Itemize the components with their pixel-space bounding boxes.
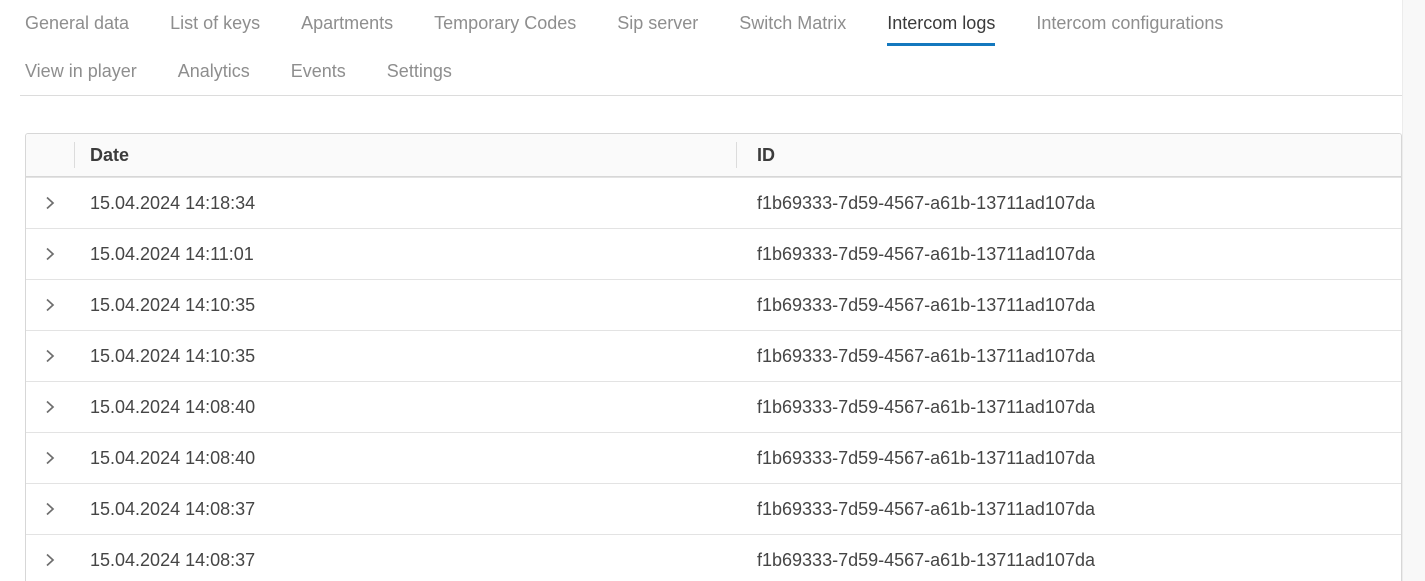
expand-column-header: [26, 134, 74, 176]
log-date: 15.04.2024 14:10:35: [74, 346, 736, 367]
tab-intercom-configurations[interactable]: Intercom configurations: [1036, 13, 1223, 46]
tab-list-of-keys[interactable]: List of keys: [170, 13, 260, 46]
tab-view-in-player[interactable]: View in player: [25, 61, 137, 82]
chevron-right-icon: [42, 246, 58, 262]
table-row[interactable]: 15.04.2024 14:10:35 f1b69333-7d59-4567-a…: [26, 330, 1401, 381]
chevron-right-icon: [42, 195, 58, 211]
tab-analytics[interactable]: Analytics: [178, 61, 250, 82]
tab-sip-server[interactable]: Sip server: [617, 13, 698, 46]
row-expand-button[interactable]: [40, 550, 60, 570]
primary-tab-bar: General data List of keys Apartments Tem…: [0, 0, 1425, 46]
table-row[interactable]: 15.04.2024 14:11:01 f1b69333-7d59-4567-a…: [26, 228, 1401, 279]
log-id: f1b69333-7d59-4567-a61b-13711ad107da: [736, 397, 1401, 418]
log-date: 15.04.2024 14:08:40: [74, 397, 736, 418]
row-expand-button[interactable]: [40, 295, 60, 315]
tab-switch-matrix[interactable]: Switch Matrix: [739, 13, 846, 46]
log-id: f1b69333-7d59-4567-a61b-13711ad107da: [736, 193, 1401, 214]
chevron-right-icon: [42, 399, 58, 415]
table-row[interactable]: 15.04.2024 14:08:37 f1b69333-7d59-4567-a…: [26, 534, 1401, 581]
secondary-tab-bar: View in player Analytics Events Settings: [0, 61, 1425, 82]
table-row[interactable]: 15.04.2024 14:08:40 f1b69333-7d59-4567-a…: [26, 432, 1401, 483]
row-expand-button[interactable]: [40, 244, 60, 264]
log-id: f1b69333-7d59-4567-a61b-13711ad107da: [736, 295, 1401, 316]
chevron-right-icon: [42, 297, 58, 313]
log-id: f1b69333-7d59-4567-a61b-13711ad107da: [736, 550, 1401, 571]
log-id: f1b69333-7d59-4567-a61b-13711ad107da: [736, 448, 1401, 469]
row-expand-button[interactable]: [40, 397, 60, 417]
row-expand-button[interactable]: [40, 193, 60, 213]
table-header-row: Date ID: [26, 134, 1401, 177]
chevron-right-icon: [42, 348, 58, 364]
tab-general-data[interactable]: General data: [25, 13, 129, 46]
row-expand-button[interactable]: [40, 448, 60, 468]
log-id: f1b69333-7d59-4567-a61b-13711ad107da: [736, 244, 1401, 265]
table-row[interactable]: 15.04.2024 14:08:40 f1b69333-7d59-4567-a…: [26, 381, 1401, 432]
tab-settings[interactable]: Settings: [387, 61, 452, 82]
table-row[interactable]: 15.04.2024 14:18:34 f1b69333-7d59-4567-a…: [26, 177, 1401, 228]
chevron-right-icon: [42, 552, 58, 568]
log-date: 15.04.2024 14:18:34: [74, 193, 736, 214]
log-id: f1b69333-7d59-4567-a61b-13711ad107da: [736, 499, 1401, 520]
chevron-right-icon: [42, 450, 58, 466]
log-date: 15.04.2024 14:08:37: [74, 499, 736, 520]
row-expand-button[interactable]: [40, 346, 60, 366]
table-row[interactable]: 15.04.2024 14:08:37 f1b69333-7d59-4567-a…: [26, 483, 1401, 534]
scrollbar-track[interactable]: [1402, 0, 1425, 581]
log-date: 15.04.2024 14:10:35: [74, 295, 736, 316]
tab-apartments[interactable]: Apartments: [301, 13, 393, 46]
id-column-header[interactable]: ID: [736, 134, 1401, 176]
tab-temporary-codes[interactable]: Temporary Codes: [434, 13, 576, 46]
table-row[interactable]: 15.04.2024 14:10:35 f1b69333-7d59-4567-a…: [26, 279, 1401, 330]
tab-events[interactable]: Events: [291, 61, 346, 82]
tab-intercom-logs[interactable]: Intercom logs: [887, 13, 995, 46]
log-date: 15.04.2024 14:11:01: [74, 244, 736, 265]
tabs-divider: [20, 95, 1402, 96]
log-id: f1b69333-7d59-4567-a61b-13711ad107da: [736, 346, 1401, 367]
intercom-logs-table: Date ID 15.04.2024 14:18:34 f1b69333-7d5…: [25, 133, 1402, 581]
date-column-header[interactable]: Date: [74, 134, 736, 176]
intercom-logs-page: General data List of keys Apartments Tem…: [0, 0, 1425, 581]
log-date: 15.04.2024 14:08:40: [74, 448, 736, 469]
row-expand-button[interactable]: [40, 499, 60, 519]
log-date: 15.04.2024 14:08:37: [74, 550, 736, 571]
chevron-right-icon: [42, 501, 58, 517]
